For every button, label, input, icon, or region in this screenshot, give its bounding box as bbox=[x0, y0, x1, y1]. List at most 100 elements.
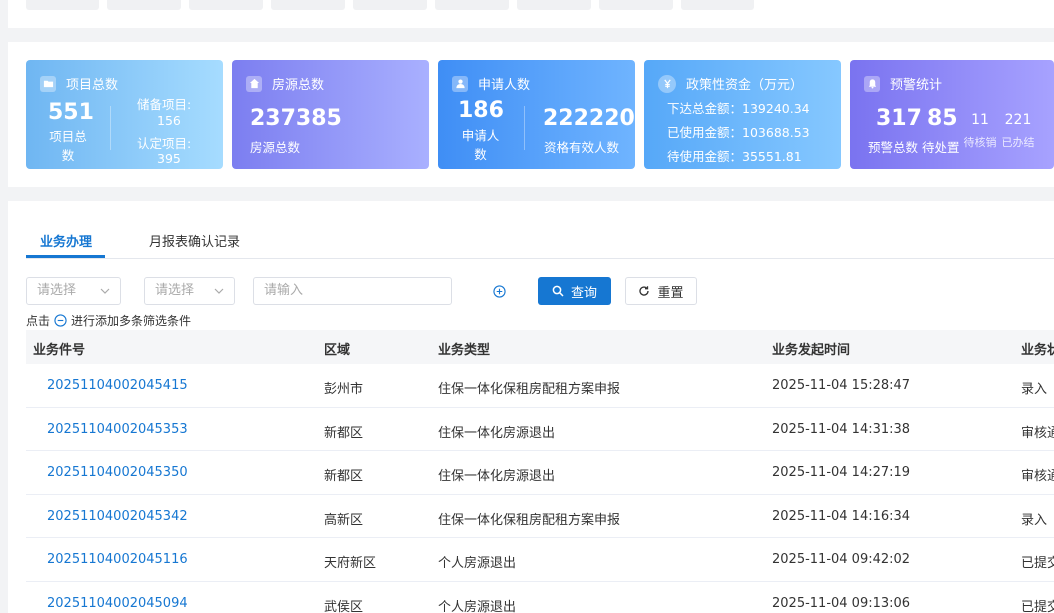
cell-start-time: 2025-11-04 14:27:19 bbox=[772, 465, 911, 481]
active-tab-indicator bbox=[26, 255, 105, 258]
search-icon bbox=[552, 285, 564, 297]
hint-suffix: 进行添加多条筛选条件 bbox=[71, 314, 192, 328]
cell-status: 审核通 bbox=[1021, 425, 1054, 441]
cell-region: 天府新区 bbox=[324, 556, 377, 572]
to-cancel-value: 11 bbox=[971, 112, 989, 128]
business-table: 业务件号 区域 业务类型 业务发起时间 业务状 2025110400204541… bbox=[26, 330, 1054, 613]
cell-status: 录入 bbox=[1021, 512, 1048, 528]
top-chip[interactable] bbox=[435, 0, 509, 10]
cell-number[interactable]: 20251104002045415 bbox=[47, 378, 188, 393]
add-circle-icon[interactable] bbox=[54, 314, 67, 327]
cell-type: 个人房源退出 bbox=[438, 556, 517, 572]
project-stats-card[interactable]: 项目总数 551 项目总数 储备项目: 156 认定项目: 395 bbox=[26, 60, 223, 169]
folder-icon bbox=[40, 75, 56, 92]
add-filter-icon[interactable] bbox=[493, 285, 506, 298]
applicant-label: 申请人数 bbox=[461, 128, 500, 162]
cell-type: 个人房源退出 bbox=[438, 599, 517, 613]
remaining-amount-line: 待使用金额：35551.81 bbox=[667, 149, 802, 164]
cell-status: 录入 bbox=[1021, 382, 1048, 397]
cell-number[interactable]: 20251104002045342 bbox=[47, 509, 188, 524]
alert-stats-card[interactable]: 预警统计 317 预警总数 85 待处置 11 待核销 221 已办结 bbox=[850, 60, 1054, 169]
column-header-region[interactable]: 区域 bbox=[324, 339, 350, 358]
tab-monthly-report-records[interactable]: 月报表确认记录 bbox=[149, 231, 240, 250]
chevron-down-icon bbox=[214, 288, 224, 294]
hint-prefix: 点击 bbox=[26, 314, 51, 328]
person-icon bbox=[452, 75, 468, 92]
top-chip[interactable] bbox=[353, 0, 427, 10]
applicant-value: 186 bbox=[458, 98, 504, 123]
reserve-project-value: 156 bbox=[157, 113, 181, 128]
cell-status: 已提交 bbox=[1021, 556, 1054, 572]
top-chip[interactable] bbox=[271, 0, 345, 10]
applicant-stats-card[interactable]: 申请人数 186 申请人数 222220 资格有效人数 bbox=[438, 60, 635, 169]
cell-number[interactable]: 20251104002045094 bbox=[47, 596, 188, 611]
table-row[interactable]: 20251104002045116 天府新区 个人房源退出 2025-11-04 09… bbox=[26, 538, 1054, 582]
done-value: 221 bbox=[1004, 112, 1032, 128]
column-header-start-time[interactable]: 业务发起时间 bbox=[772, 339, 850, 358]
cell-start-time: 2025-11-04 15:28:47 bbox=[772, 378, 911, 393]
cell-start-time: 2025-11-04 14:16:34 bbox=[772, 508, 911, 524]
top-chip[interactable] bbox=[107, 0, 181, 10]
filter-value-input[interactable]: 请输入 bbox=[253, 277, 452, 305]
bell-icon bbox=[864, 75, 880, 92]
select-placeholder: 请选择 bbox=[155, 283, 195, 298]
column-header-type[interactable]: 业务类型 bbox=[438, 339, 490, 358]
reserve-project-label: 储备项目: bbox=[137, 97, 192, 112]
table-row[interactable]: 20251104002045342 高新区 住保一体化保租房配租方案申报 2025-1… bbox=[26, 495, 1054, 539]
qualified-applicant-label: 资格有效人数 bbox=[544, 140, 620, 155]
top-chip[interactable] bbox=[517, 0, 591, 10]
input-placeholder: 请输入 bbox=[264, 283, 304, 298]
filter-operator-select[interactable]: 请选择 bbox=[144, 277, 235, 305]
top-chip[interactable] bbox=[26, 0, 99, 10]
filter-field-select[interactable]: 请选择 bbox=[26, 277, 121, 305]
policy-funds-card[interactable]: 政策性资金（万元） 下达总金额：139240.34 已使用金额：103688.5… bbox=[644, 60, 841, 169]
top-chip[interactable] bbox=[599, 0, 673, 10]
tab-bar: 业务办理 月报表确认记录 bbox=[26, 224, 1054, 259]
top-chip[interactable] bbox=[681, 0, 754, 10]
project-total-value: 551 bbox=[48, 100, 94, 125]
done-label: 已办结 bbox=[1001, 136, 1035, 149]
card-title: 申请人数 bbox=[478, 78, 531, 93]
confirmed-project-label: 认定项目: bbox=[137, 136, 192, 151]
table-row[interactable]: 20251104002045353 新都区 住保一体化房源退出 2025-11-04 … bbox=[26, 408, 1054, 452]
cell-type: 住保一体化房源退出 bbox=[438, 469, 556, 485]
refresh-icon bbox=[639, 286, 650, 296]
alert-pending-label: 待处置 bbox=[922, 140, 960, 155]
cell-region: 彭州市 bbox=[324, 382, 364, 397]
search-button-label: 查询 bbox=[570, 285, 597, 301]
issued-amount-line: 下达总金额：139240.34 bbox=[667, 101, 810, 116]
tab-business[interactable]: 业务办理 bbox=[40, 231, 92, 250]
table-row[interactable]: 20251104002045094 武侯区 个人房源退出 2025-11-04 09:… bbox=[26, 582, 1054, 613]
cell-region: 高新区 bbox=[324, 512, 364, 528]
card-title: 政策性资金（万元） bbox=[686, 78, 804, 93]
cell-status: 审核通 bbox=[1021, 469, 1054, 485]
table-row[interactable]: 20251104002045415 彭州市 住保一体化保租房配租方案申报 2025-1… bbox=[26, 364, 1054, 408]
reset-button[interactable]: 重置 bbox=[625, 277, 697, 305]
reset-button-label: 重置 bbox=[657, 285, 684, 301]
house-icon bbox=[246, 75, 262, 92]
project-total-label: 项目总数 bbox=[49, 129, 87, 163]
cell-type: 住保一体化房源退出 bbox=[438, 425, 556, 441]
confirmed-project-value: 395 bbox=[157, 151, 181, 166]
card-title: 项目总数 bbox=[66, 78, 119, 93]
cell-region: 新都区 bbox=[324, 469, 364, 485]
cell-type: 住保一体化保租房配租方案申报 bbox=[438, 512, 621, 528]
top-filter-strip bbox=[8, 0, 1054, 28]
table-body: 20251104002045415 彭州市住保一体化保租房配租方案申报 2025-1… bbox=[26, 364, 1054, 613]
cell-region: 新都区 bbox=[324, 425, 364, 441]
cell-start-time: 2025-11-04 14:31:38 bbox=[772, 421, 911, 437]
add-filter-hint: 点击 进行添加多条筛选条件 bbox=[26, 312, 191, 329]
housing-total-value: 237385 bbox=[250, 106, 342, 131]
cell-start-time: 2025-11-04 09:13:06 bbox=[772, 595, 911, 611]
column-header-number[interactable]: 业务件号 bbox=[33, 339, 85, 358]
table-row[interactable]: 20251104002045350 新都区 住保一体化房源退出 2025-11-04 … bbox=[26, 451, 1054, 495]
cell-number[interactable]: 20251104002045350 bbox=[47, 465, 188, 480]
cell-number[interactable]: 20251104002045116 bbox=[47, 552, 188, 567]
search-button[interactable]: 查询 bbox=[538, 277, 611, 305]
top-chip[interactable] bbox=[189, 0, 263, 10]
cell-number[interactable]: 20251104002045353 bbox=[47, 422, 188, 437]
column-header-status[interactable]: 业务状 bbox=[1021, 339, 1054, 358]
cell-region: 武侯区 bbox=[324, 599, 364, 613]
housing-stats-card[interactable]: 房源总数 237385 房源总数 bbox=[232, 60, 429, 169]
alert-total-label: 预警总数 bbox=[868, 140, 919, 155]
